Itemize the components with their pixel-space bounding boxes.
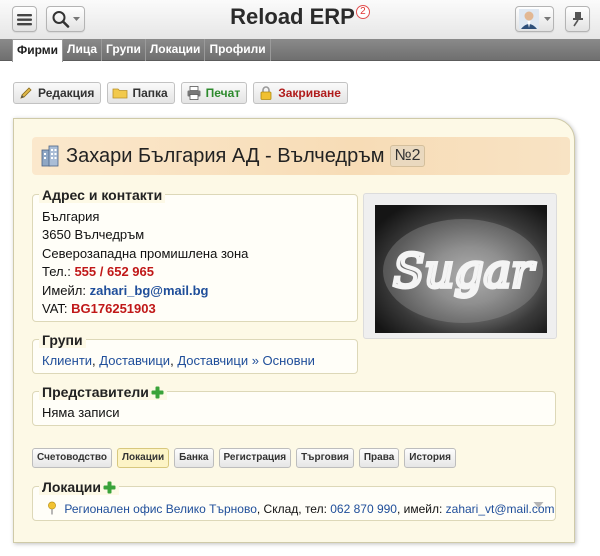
print-button-label: Печат [205,86,241,100]
address-contacts-title: Адрес и контакти [39,187,166,203]
location-name-link[interactable]: Регионален офис Велико Търново [64,502,257,516]
nav-tab-locations[interactable]: Локации [146,39,206,61]
close-record-button[interactable]: Закриване [253,82,348,104]
phone-value: 555 / 652 965 [74,264,154,279]
user-menu-button[interactable] [515,6,554,32]
company-card: Захари България АД - Вълчедръм №2 Адрес … [13,118,575,543]
tab-trade[interactable]: Търговия [296,448,354,468]
representatives-title-row: Представители [39,384,167,400]
representatives-empty: Няма записи [42,405,120,420]
pin-icon [572,12,583,27]
close-record-button-label: Закриване [278,86,341,100]
main-navigation: Фирми Лица Групи Локации Профили [0,39,600,62]
company-name: Захари България АД - Вълчедръм [66,144,385,167]
expand-chevron-icon[interactable] [533,501,544,509]
tab-bank[interactable]: Банка [174,448,214,468]
vat-label: VAT: [42,301,68,316]
pencil-icon [20,87,32,99]
tab-accounting[interactable]: Счетоводство [32,448,112,468]
folder-button-label: Папка [132,86,168,100]
locations-title: Локации [42,479,101,495]
add-location-icon[interactable] [103,481,116,494]
tab-history[interactable]: История [404,448,456,468]
nav-tab-profiles[interactable]: Профили [205,39,271,61]
sugar-logo-image: Sugar [383,219,543,323]
groups-box: Групи Клиенти, Доставчици, Доставчици » … [32,332,358,374]
company-photo[interactable]: Sugar [375,205,547,333]
map-pin-icon [48,501,56,515]
tab-rights[interactable]: Права [358,448,400,468]
nav-tab-companies[interactable]: Фирми [12,39,64,62]
address-zone: Северозападна промишлена зона [42,246,249,261]
tab-locations[interactable]: Локации [117,448,170,468]
company-number: №2 [390,145,425,167]
folder-button[interactable]: Папка [107,82,175,104]
company-header: Захари България АД - Вълчедръм №2 [32,137,570,175]
groups-title: Групи [39,332,86,348]
email-link[interactable]: zahari_bg@mail.bg [90,283,209,298]
avatar-icon [518,9,551,29]
top-bar: Reload ERP 2 [0,0,600,39]
address-contacts-box: Адрес и контакти България 3650 Вълчедръм… [32,187,358,322]
group-link-suppliers[interactable]: Доставчици [99,353,170,368]
address-city: 3650 Вълчедръм [42,227,145,242]
nav-tab-persons[interactable]: Лица [63,39,103,61]
printer-icon [187,86,201,100]
add-representative-icon[interactable] [151,386,164,399]
email-label: Имейл: [42,283,86,298]
app-title: Reload ERP 2 [0,4,600,30]
building-icon [41,145,59,167]
print-button[interactable]: Печат [180,82,248,104]
folder-icon [113,88,128,99]
company-photo-frame: Sugar [363,193,557,339]
lock-icon [260,86,272,100]
vat-row: VAT: BG176251903 [42,301,156,316]
section-tabs: Счетоводство Локации Банка Регистрация Т… [32,448,456,468]
phone-row: Тел.: 555 / 652 965 [42,264,154,279]
vat-value: BG176251903 [71,301,156,316]
nav-tab-groups[interactable]: Групи [102,39,146,61]
app-title-text: Reload ERP [230,4,355,29]
notification-badge[interactable]: 2 [355,5,370,19]
email-row: Имейл: zahari_bg@mail.bg [42,283,208,298]
location-item: Регионален офис Велико Търново, Склад, т… [47,501,555,516]
edit-button-label: Редакция [38,86,95,100]
phone-label: Тел.: [42,264,71,279]
locations-title-row: Локации [39,479,119,495]
locations-box: Локации Регионален офис Велико Търново, … [32,479,556,521]
group-link-suppliers-main[interactable]: Доставчици » Основни [177,353,315,368]
location-phone: 062 870 990 [330,502,397,516]
group-link-clients[interactable]: Клиенти [42,353,92,368]
location-email-label: , имейл: [396,502,446,516]
edit-button[interactable]: Редакция [13,82,102,104]
representatives-box: Представители Няма записи [32,384,556,426]
action-toolbar: Редакция Папка Печат Закриване [13,82,348,104]
address-country: България [42,209,100,224]
photo-text: Sugar [393,244,536,298]
representatives-title: Представители [42,384,149,400]
pin-button[interactable] [565,6,590,32]
groups-list: Клиенти, Доставчици, Доставчици » Основн… [42,353,315,368]
location-type: , Склад, тел: [256,502,331,516]
tab-registration[interactable]: Регистрация [218,448,292,468]
